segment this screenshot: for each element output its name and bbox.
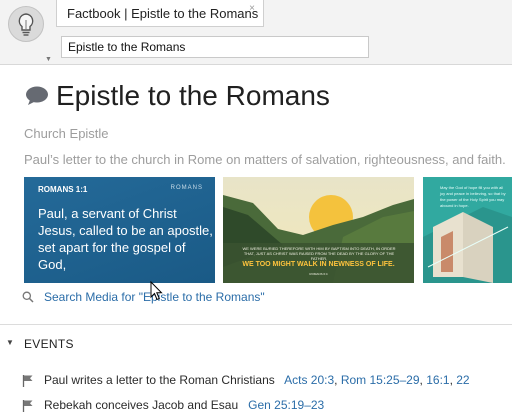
scripture-ref-link[interactable]: Gen 25:19–23 (248, 398, 324, 412)
scripture-ref-link[interactable]: 22 (456, 373, 469, 387)
section-divider (0, 324, 512, 325)
close-icon[interactable]: × (249, 3, 255, 14)
scripture-ref-link[interactable]: Acts 20:3 (284, 373, 334, 387)
events-heading: EVENTS (24, 337, 74, 351)
page-title: Epistle to the Romans (56, 80, 330, 111)
flag-icon (22, 375, 33, 387)
speech-bubble-icon (26, 86, 48, 105)
event-title: Paul writes a letter to the Roman Christ… (44, 373, 275, 387)
scripture-ref-link[interactable]: 16:1 (426, 373, 449, 387)
chevron-down-icon[interactable]: ▼ (45, 56, 52, 63)
app-button-circle[interactable] (8, 6, 44, 42)
card-verse: Paul, a servant of Christ Jesus, called … (38, 206, 213, 272)
flag-icon (22, 400, 33, 412)
mouse-pointer-icon (150, 281, 163, 301)
tab-title: Factbook | Epistle to the Romans (67, 6, 259, 21)
card-brand: ROMANS (170, 185, 203, 191)
tab-factbook[interactable]: Factbook | Epistle to the Romans × (56, 0, 264, 27)
media-card-teal[interactable]: May the God of hope fill you with all jo… (423, 177, 512, 283)
card-reference: ROMANS 1:1 (38, 185, 88, 194)
scripture-ref-link[interactable]: Rom 15:25–29 (341, 373, 420, 387)
media-card-newness-of-life[interactable]: WE WERE BURIED THEREFORE WITH HIM BY BAP… (223, 177, 414, 283)
app-menu-button[interactable]: ▼ (8, 6, 52, 63)
card-headline: WE TOO MIGHT WALK IN NEWNESS OF LIFE. (242, 261, 395, 268)
media-card-romans-1-1[interactable]: ROMANS 1:1 ROMANS Paul, a servant of Chr… (24, 177, 215, 283)
card-small-text: WE WERE BURIED THEREFORE WITH HIM BY BAP… (242, 246, 396, 261)
magnifier-icon (22, 291, 34, 303)
lightbulb-icon (18, 13, 34, 36)
collapse-toggle-icon[interactable]: ▼ (6, 338, 14, 347)
event-title: Rebekah conceives Jacob and Esau (44, 398, 239, 412)
card-reference: ROMANS 6:4 (309, 272, 328, 276)
card-verse: May the God of hope fill you with all jo… (440, 185, 506, 208)
article-description: Paul’s letter to the church in Rome on m… (24, 152, 506, 167)
toolbar: ▼ Factbook | Epistle to the Romans × (0, 0, 512, 65)
article-subtitle: Church Epistle (24, 126, 109, 141)
factbook-search-input[interactable] (61, 36, 369, 58)
